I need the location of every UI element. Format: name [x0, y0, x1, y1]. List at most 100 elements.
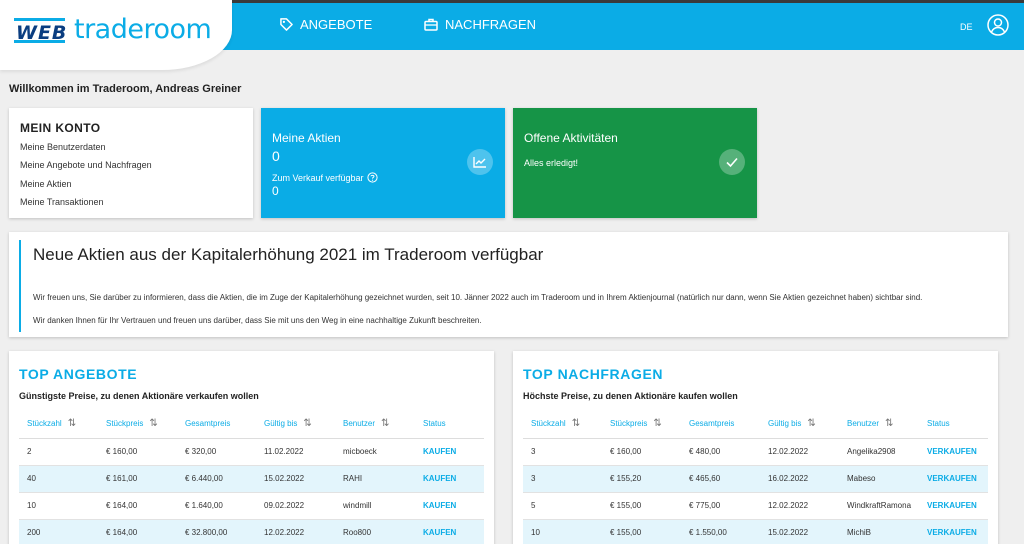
table-header-row: Stückzahl ⇅ Stückpreis ⇅ Gesamtpreis Gülti…	[523, 410, 988, 439]
user-circle-icon[interactable]	[987, 14, 1009, 36]
col-stueckpreis[interactable]: Stückpreis ⇅	[602, 410, 681, 439]
cell-stueckzahl: 5	[523, 492, 602, 520]
offene-aktivitaeten-status: Alles erledigt!	[524, 158, 579, 168]
table-row: 3 € 160,00 € 480,00 12.02.2022 Angelika2…	[523, 438, 988, 466]
top-nachfragen-subtitle: Höchste Preise, zu denen Aktionäre kaufe…	[523, 391, 738, 401]
top-angebote-title: TOP ANGEBOTE	[19, 366, 138, 382]
news-paragraph: Wir danken Ihnen für Ihr Vertrauen und f…	[33, 316, 482, 325]
cell-stueckzahl: 2	[19, 438, 98, 466]
cell-stueckzahl: 10	[523, 519, 602, 544]
sort-icon[interactable]: ⇅	[68, 418, 76, 429]
cell-stueckpreis: € 164,00	[98, 519, 177, 544]
sort-icon[interactable]: ⇅	[303, 418, 311, 429]
news-banner: Neue Aktien aus der Kapitalerhöhung 2021…	[9, 232, 1008, 337]
nav-angebote-label: ANGEBOTE	[300, 17, 373, 32]
col-stueckzahl[interactable]: Stückzahl ⇅	[523, 410, 602, 439]
link-angebote-nachfragen[interactable]: Meine Angebote und Nachfragen	[20, 160, 152, 170]
kaufen-button[interactable]: KAUFEN	[415, 492, 484, 520]
link-meine-aktien[interactable]: Meine Aktien	[20, 179, 72, 189]
table-row: 10 € 164,00 € 1.640,00 09.02.2022 windmi…	[19, 492, 484, 520]
verkaufen-button[interactable]: VERKAUFEN	[919, 519, 988, 544]
top-nachfragen-panel: TOP NACHFRAGEN Höchste Preise, zu denen …	[513, 351, 998, 544]
cell-gesamtpreis: € 465,60	[681, 465, 760, 493]
table-row: 2 € 160,00 € 320,00 11.02.2022 micboeck …	[19, 438, 484, 466]
angebote-table: Stückzahl ⇅ Stückpreis ⇅ Gesamtpreis Gülti…	[19, 410, 484, 544]
help-icon[interactable]	[366, 172, 378, 183]
news-title: Neue Aktien aus der Kapitalerhöhung 2021…	[33, 245, 544, 264]
table-header-row: Stückzahl ⇅ Stückpreis ⇅ Gesamtpreis Gülti…	[19, 410, 484, 439]
verkaufen-button[interactable]: VERKAUFEN	[919, 465, 988, 493]
nachfragen-table: Stückzahl ⇅ Stückpreis ⇅ Gesamtpreis Gülti…	[523, 410, 988, 544]
table-row: 5 € 155,00 € 775,00 12.02.2022 Windkraft…	[523, 492, 988, 520]
cell-gueltig-bis: 12.02.2022	[760, 438, 839, 466]
cell-gueltig-bis: 09.02.2022	[256, 492, 335, 520]
col-benutzer[interactable]: Benutzer ⇅	[335, 410, 415, 439]
logo-traderoom-text: traderoom	[74, 14, 212, 45]
cell-stueckzahl: 3	[523, 438, 602, 466]
top-angebote-subtitle: Günstigste Preise, zu denen Aktionäre ve…	[19, 391, 259, 401]
cell-gesamtpreis: € 32.800,00	[177, 519, 256, 544]
cell-benutzer: windmill	[335, 492, 415, 520]
cell-benutzer: WindkraftRamona	[839, 492, 919, 520]
link-benutzerdaten[interactable]: Meine Benutzerdaten	[20, 142, 106, 152]
cell-stueckpreis: € 164,00	[98, 492, 177, 520]
cell-gueltig-bis: 16.02.2022	[760, 465, 839, 493]
language-switch[interactable]: DE	[960, 22, 973, 32]
cell-gesamtpreis: € 1.550,00	[681, 519, 760, 544]
nav-angebote[interactable]: ANGEBOTE	[280, 17, 372, 32]
mein-konto-title: MEIN KONTO	[20, 121, 101, 135]
sort-icon[interactable]: ⇅	[807, 418, 815, 429]
cell-benutzer: MichiB	[839, 519, 919, 544]
cell-gesamtpreis: € 775,00	[681, 492, 760, 520]
cell-stueckzahl: 200	[19, 519, 98, 544]
kaufen-button[interactable]: KAUFEN	[415, 465, 484, 493]
mein-konto-card: MEIN KONTO Meine Benutzerdaten Meine Ang…	[9, 108, 253, 218]
cell-benutzer: RAHI	[335, 465, 415, 493]
cell-stueckpreis: € 161,00	[98, 465, 177, 493]
cell-stueckpreis: € 160,00	[98, 438, 177, 466]
sort-icon[interactable]: ⇅	[885, 418, 893, 429]
col-gesamtpreis: Gesamtpreis	[681, 410, 760, 439]
offene-aktivitaeten-card[interactable]: Offene Aktivitäten Alles erledigt!	[513, 108, 757, 218]
nav-nachfragen[interactable]: NACHFRAGEN	[424, 17, 536, 32]
verkaufen-button[interactable]: VERKAUFEN	[919, 492, 988, 520]
logo-web-text: WEB	[13, 18, 68, 44]
col-gueltig-bis[interactable]: Gültig bis ⇅	[760, 410, 839, 439]
check-icon	[719, 149, 745, 175]
cell-benutzer: Roo800	[335, 519, 415, 544]
cell-gueltig-bis: 15.02.2022	[256, 465, 335, 493]
kaufen-button[interactable]: KAUFEN	[415, 438, 484, 466]
sort-icon[interactable]: ⇅	[572, 418, 580, 429]
sort-icon[interactable]: ⇅	[149, 418, 157, 429]
meine-aktien-title: Meine Aktien	[272, 131, 341, 145]
col-gueltig-bis[interactable]: Gültig bis ⇅	[256, 410, 335, 439]
cell-gesamtpreis: € 6.440,00	[177, 465, 256, 493]
briefcase-icon	[424, 18, 438, 31]
sort-icon[interactable]: ⇅	[653, 418, 661, 429]
cell-gueltig-bis: 12.02.2022	[256, 519, 335, 544]
offene-aktivitaeten-title: Offene Aktivitäten	[524, 131, 618, 145]
table-row: 200 € 164,00 € 32.800,00 12.02.2022 Roo8…	[19, 519, 484, 544]
logo[interactable]: WEB traderoom	[0, 0, 232, 70]
cell-benutzer: Angelika2908	[839, 438, 919, 466]
cell-gueltig-bis: 15.02.2022	[760, 519, 839, 544]
cell-stueckpreis: € 155,00	[602, 519, 681, 544]
cell-stueckpreis: € 160,00	[602, 438, 681, 466]
cell-stueckpreis: € 155,20	[602, 465, 681, 493]
kaufen-button[interactable]: KAUFEN	[415, 519, 484, 544]
tag-icon	[280, 18, 293, 31]
sort-icon[interactable]: ⇅	[381, 418, 389, 429]
col-stueckpreis[interactable]: Stückpreis ⇅	[98, 410, 177, 439]
verkaufen-button[interactable]: VERKAUFEN	[919, 438, 988, 466]
meine-aktien-card[interactable]: Meine Aktien 0 Zum Verkauf verfügbar 0	[261, 108, 505, 218]
table-row: 40 € 161,00 € 6.440,00 15.02.2022 RAHI K…	[19, 465, 484, 493]
col-benutzer[interactable]: Benutzer ⇅	[839, 410, 919, 439]
col-status: Status	[919, 410, 988, 439]
link-transaktionen[interactable]: Meine Transaktionen	[20, 197, 104, 207]
col-stueckzahl[interactable]: Stückzahl ⇅	[19, 410, 98, 439]
chart-icon	[467, 149, 493, 175]
welcome-message: Willkommen im Traderoom, Andreas Greiner	[9, 83, 242, 95]
cell-benutzer: micboeck	[335, 438, 415, 466]
cell-gesamtpreis: € 480,00	[681, 438, 760, 466]
cell-gueltig-bis: 11.02.2022	[256, 438, 335, 466]
